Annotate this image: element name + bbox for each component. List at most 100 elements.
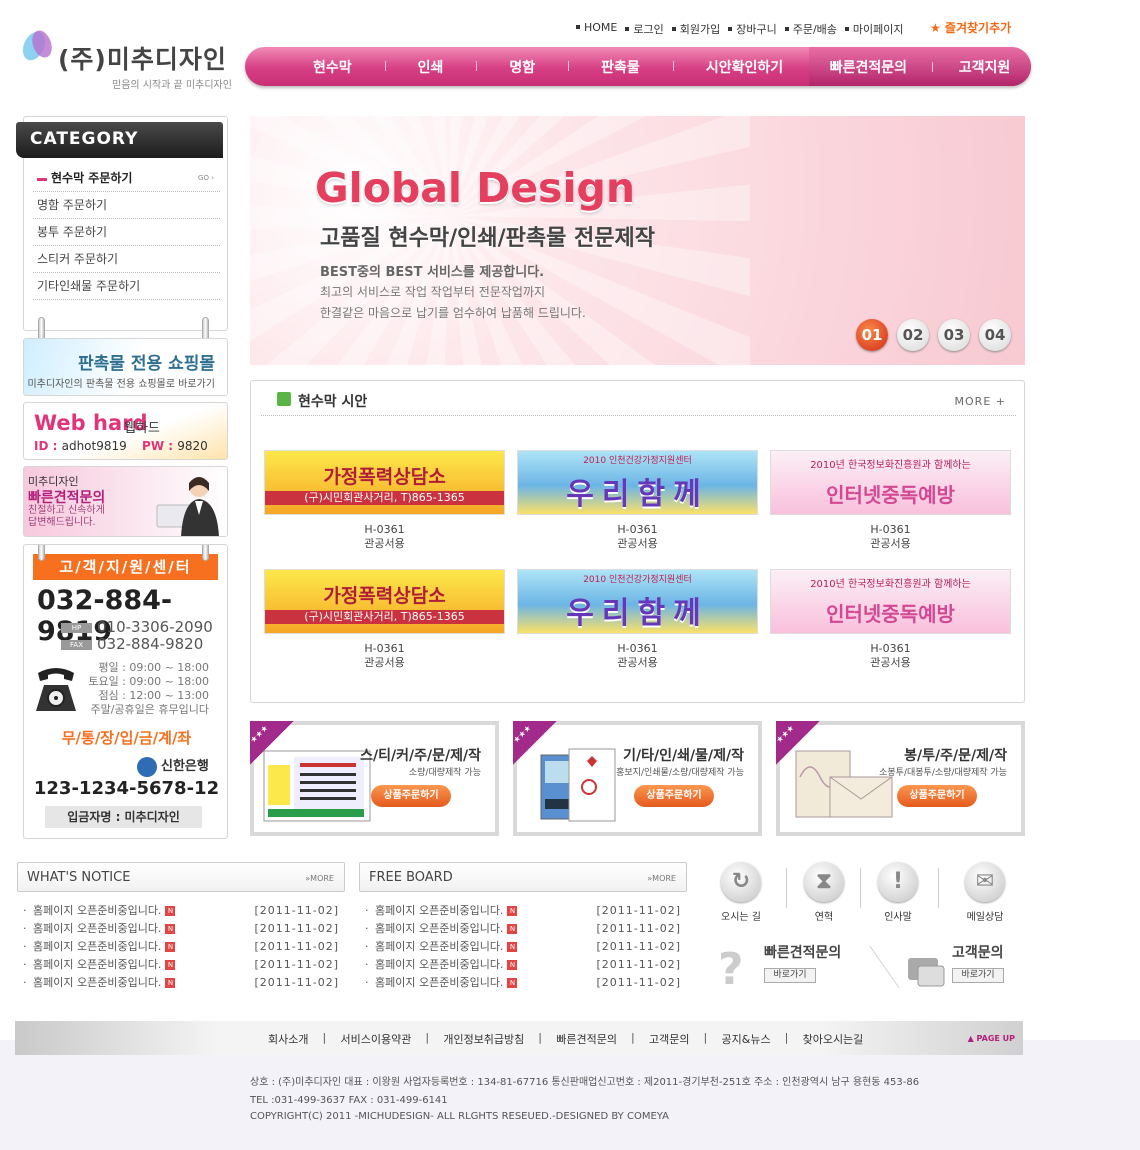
top-link-mypage[interactable]: 마이페이지 bbox=[844, 21, 904, 37]
promo-shop-banner[interactable]: 판촉물 전용 쇼핑몰 미추디자인의 판촉물 전용 쇼핑몰로 바로가기 bbox=[23, 338, 228, 396]
board-row[interactable]: 홈페이지 오픈준비중입니다.N[2011-11-02] bbox=[359, 902, 687, 920]
shop-subtitle: 미추디자인의 판촉물 전용 쇼핑몰로 바로가기 bbox=[27, 379, 215, 390]
gnb-promo[interactable]: 판촉물 bbox=[568, 57, 673, 77]
gnb-quick-quote[interactable]: 빠른견적문의 bbox=[830, 57, 907, 77]
quick-divider bbox=[840, 946, 900, 988]
sample-thumb[interactable]: 2010년 한국정보화진흥원과 함께하는 인터넷중독예방 bbox=[770, 569, 1011, 634]
quick-greeting[interactable]: ! 인사말 bbox=[868, 862, 928, 923]
category-item-etc[interactable]: 기타인쇄물 주문하기 bbox=[33, 273, 220, 300]
banner-page-2[interactable]: 02 bbox=[897, 319, 929, 351]
customer-inquiry-go-button[interactable]: 바로가기 bbox=[952, 968, 1004, 983]
footer-link-inquiry[interactable]: 고객문의 bbox=[631, 1031, 705, 1047]
board-row[interactable]: 홈페이지 오픈준비중입니다.N[2011-11-02] bbox=[359, 938, 687, 956]
site-logo[interactable]: (주)미추디자인 믿음의 시작과 끝 미추디자인 bbox=[18, 28, 232, 92]
product-print[interactable]: ★★★ 기/타/인/쇄/물/제/작 홍보지/인쇄물/소량/대량제작 가능 상품주… bbox=[511, 721, 762, 836]
category-item-card[interactable]: 명함 주문하기 bbox=[33, 192, 220, 219]
footer-link-privacy[interactable]: 개인정보취급방침 bbox=[425, 1031, 540, 1047]
page-up-button[interactable]: ▲ PAGE UP bbox=[968, 1034, 1015, 1043]
category-item-envelope[interactable]: 봉투 주문하기 bbox=[33, 219, 220, 246]
new-icon: N bbox=[165, 924, 176, 934]
gnb-draft[interactable]: 시안확인하기 bbox=[672, 57, 816, 77]
gnb-print[interactable]: 인쇄 bbox=[384, 57, 477, 77]
notice-row[interactable]: 홈페이지 오픈준비중입니다.N[2011-11-02] bbox=[17, 938, 345, 956]
print-image bbox=[540, 748, 616, 822]
add-favorite-link[interactable]: ★ 즐겨찾기추가 bbox=[930, 19, 1011, 36]
footer-link-terms[interactable]: 서비스이용약관 bbox=[322, 1031, 427, 1047]
board-row[interactable]: 홈페이지 오픈준비중입니다.N[2011-11-02] bbox=[359, 920, 687, 938]
envelope-image bbox=[795, 750, 893, 818]
notice-more-link[interactable]: »MORE bbox=[305, 874, 334, 883]
footer-nav: 회사소개 서비스이용약관 개인정보취급방침 빠른견적문의 고객문의 공지&뉴스 … bbox=[15, 1021, 1023, 1055]
sample-thumb[interactable]: 2010 인천건강가정지원센터 우리함께 bbox=[517, 450, 758, 515]
sample-thumb[interactable]: 가정폭력상담소 (구)시민회관사거리, T)865-1365 bbox=[264, 450, 505, 515]
product-sticker[interactable]: ★★★ 스/티/커/주/문/제/작 소량/대량제작 가능 상품주문하기 bbox=[248, 721, 499, 836]
samples-title: 현수막 시안 bbox=[298, 394, 368, 410]
banner-page-1[interactable]: 01 bbox=[856, 319, 888, 351]
webhard-title-ko: 웹하드 bbox=[124, 421, 160, 436]
sample-thumb[interactable]: 2010 인천건강가정지원센터 우리함께 bbox=[517, 569, 758, 634]
notice-row[interactable]: 홈페이지 오픈준비중입니다.N[2011-11-02] bbox=[17, 920, 345, 938]
product-title: 스/티/커/주/문/제/작 bbox=[360, 748, 481, 764]
main-nav: 현수막 인쇄 명함 판촉물 시안확인하기 빠른견적문의 고객지원 bbox=[245, 47, 1031, 86]
top-link-order[interactable]: 주문/배송 bbox=[784, 21, 837, 37]
footer-link-news[interactable]: 공지&뉴스 bbox=[704, 1031, 787, 1047]
product-envelope[interactable]: ★★★ 봉/투/주/문/제/작 소봉투/대봉투/소량/대량제작 가능 상품주문하… bbox=[774, 721, 1025, 836]
notice-title: WHAT'S NOTICE bbox=[27, 870, 131, 885]
quick-divider bbox=[938, 868, 939, 908]
hero-title: Global Design bbox=[315, 164, 636, 212]
notice-row[interactable]: 홈페이지 오픈준비중입니다.N[2011-11-02] bbox=[17, 974, 345, 992]
top-link-login[interactable]: 로그인 bbox=[625, 21, 664, 37]
quick-quote-go-button[interactable]: 바로가기 bbox=[764, 968, 816, 983]
samples-more-link[interactable]: MORE + bbox=[955, 395, 1006, 408]
refresh-arrow-icon: ↻ bbox=[721, 862, 761, 902]
notice-board: WHAT'S NOTICE »MORE 홈페이지 오픈준비중입니다.N[2011-… bbox=[17, 862, 345, 992]
board-row[interactable]: 홈페이지 오픈준비중입니다.N[2011-11-02] bbox=[359, 956, 687, 974]
cs-hours: 평일 : 09:00 ~ 18:00 토요일 : 09:00 ~ 18:00 점심 … bbox=[88, 661, 209, 716]
notice-row[interactable]: 홈페이지 오픈준비중입니다.N[2011-11-02] bbox=[17, 902, 345, 920]
new-icon: N bbox=[507, 906, 518, 916]
footer-link-quote[interactable]: 빠른견적문의 bbox=[538, 1031, 633, 1047]
sample-thumb[interactable]: 2010년 한국정보화진흥원과 함께하는 인터넷중독예방 bbox=[770, 450, 1011, 515]
quick-quote-box[interactable]: ? 빠른견적문의 바로가기 bbox=[716, 942, 841, 992]
quick-subtitle: 친절하고 신속하게 답변해드립니다. bbox=[28, 505, 105, 528]
notice-row[interactable]: 홈페이지 오픈준비중입니다.N[2011-11-02] bbox=[17, 956, 345, 974]
order-button[interactable]: 상품주문하기 bbox=[371, 785, 451, 807]
banner-page-3[interactable]: 03 bbox=[938, 319, 970, 351]
logo-slogan: 믿음의 시작과 끝 미추디자인 bbox=[112, 80, 232, 91]
sample-caption[interactable]: H-0361 관공서용 bbox=[264, 523, 505, 551]
quick-location[interactable]: ↻ 오시는 길 bbox=[711, 862, 771, 923]
webhard-banner[interactable]: Web hard 웹하드 ID : adhot9819 PW : 9820 bbox=[23, 402, 228, 460]
quick-quote-banner[interactable]: 미추디자인 빠른견적문의 친절하고 신속하게 답변해드립니다. bbox=[23, 466, 228, 537]
bank-name: 신한은행 bbox=[137, 755, 209, 777]
new-icon: N bbox=[165, 960, 176, 970]
exclamation-icon: ! bbox=[878, 862, 918, 902]
sample-caption[interactable]: H-0361 관공서용 bbox=[517, 642, 758, 670]
top-link-cart[interactable]: 장바구니 bbox=[728, 21, 777, 37]
gnb-banner[interactable]: 현수막 bbox=[280, 57, 385, 77]
category-item-sticker[interactable]: 스티커 주문하기 bbox=[33, 246, 220, 273]
board-row[interactable]: 홈페이지 오픈준비중입니다.N[2011-11-02] bbox=[359, 974, 687, 992]
sample-caption[interactable]: H-0361 관공서용 bbox=[770, 523, 1011, 551]
new-icon: N bbox=[507, 960, 518, 970]
banner-page-4[interactable]: 04 bbox=[979, 319, 1011, 351]
go-link[interactable]: GO › bbox=[198, 165, 214, 192]
sample-thumb[interactable]: 가정폭력상담소 (구)시민회관사거리, T)865-1365 bbox=[264, 569, 505, 634]
quick-history[interactable]: ⧗ 연혁 bbox=[794, 862, 854, 923]
sample-caption[interactable]: H-0361 관공서용 bbox=[264, 642, 505, 670]
new-icon: N bbox=[507, 978, 518, 988]
sample-caption[interactable]: H-0361 관공서용 bbox=[517, 523, 758, 551]
customer-inquiry-box[interactable]: 고객문의 바로가기 bbox=[904, 942, 1004, 987]
top-link-home[interactable]: HOME bbox=[576, 21, 617, 37]
quick-mail[interactable]: ✉ 메일상담 bbox=[955, 862, 1015, 923]
telephone-icon bbox=[36, 668, 76, 711]
sample-caption[interactable]: H-0361 관공서용 bbox=[770, 642, 1011, 670]
footer-link-about[interactable]: 회사소개 bbox=[252, 1031, 324, 1047]
order-button[interactable]: 상품주문하기 bbox=[634, 785, 714, 807]
board-more-link[interactable]: »MORE bbox=[647, 874, 676, 883]
top-link-join[interactable]: 회원가입 bbox=[671, 21, 720, 37]
gnb-support[interactable]: 고객지원 bbox=[959, 57, 1011, 77]
footer-link-location[interactable]: 찾아오시는길 bbox=[785, 1031, 880, 1047]
category-item-banner[interactable]: 현수막 주문하기 GO › bbox=[33, 165, 220, 192]
gnb-card[interactable]: 명함 bbox=[476, 57, 568, 77]
order-button[interactable]: 상품주문하기 bbox=[897, 785, 977, 807]
